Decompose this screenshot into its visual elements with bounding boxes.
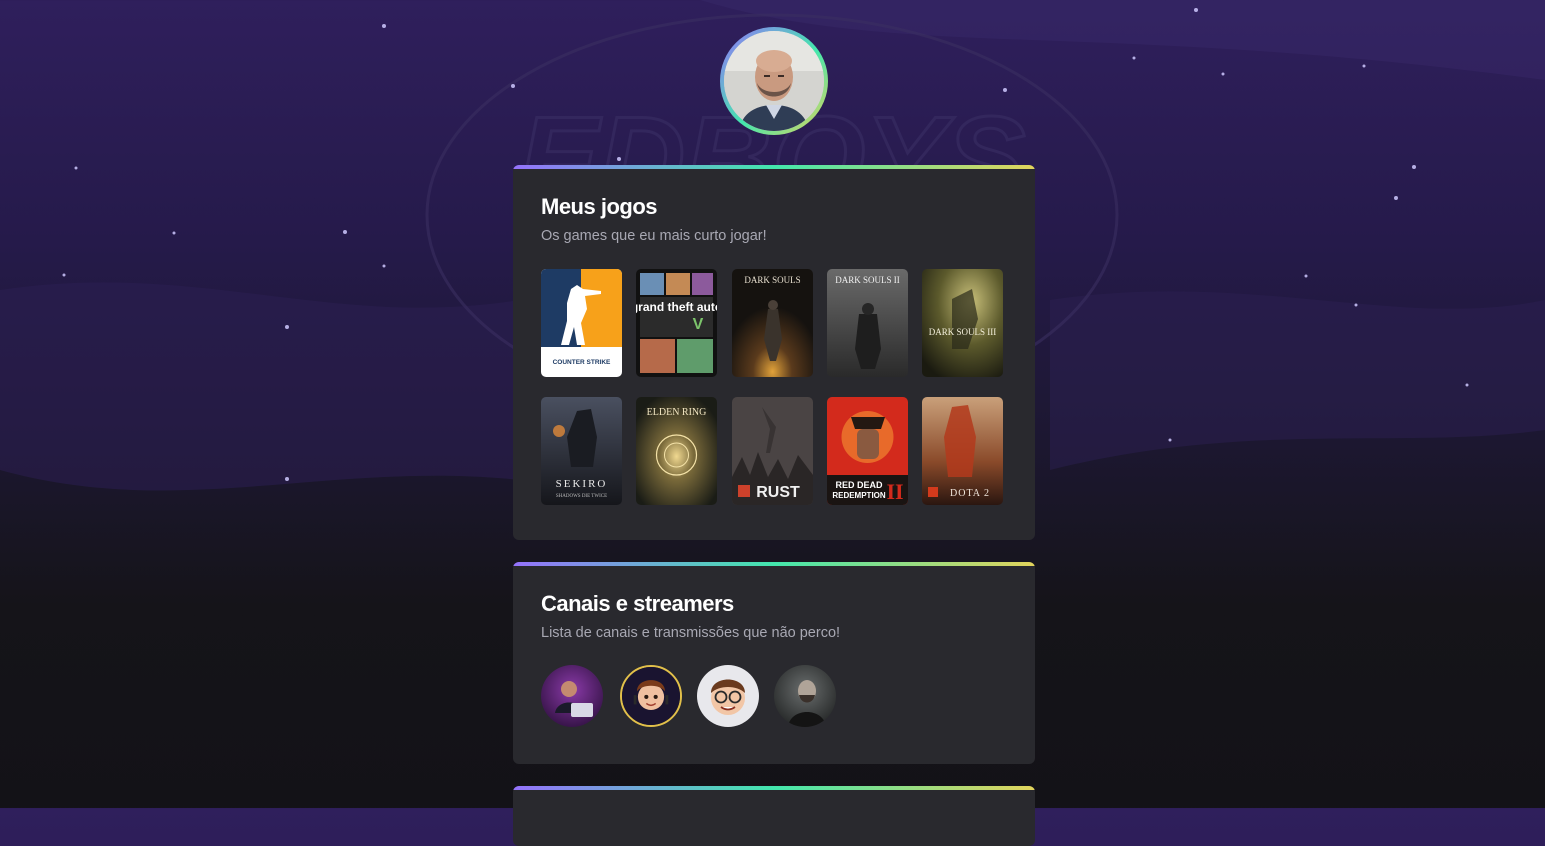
game-cover-dark-souls-iii[interactable]: DARK SOULS III [922, 269, 1003, 377]
cover-text: RED DEAD [835, 480, 883, 490]
cover-text: ELDEN RING [647, 407, 707, 418]
game-cover-dark-souls-ii[interactable]: DARK SOULS II [827, 269, 908, 377]
cover-text: COUNTER STRIKE [553, 359, 611, 366]
cover-subtext: REDEMPTION [832, 491, 886, 500]
streamer-avatar-1-icon[interactable] [541, 665, 603, 727]
games-card-title: Meus jogos [541, 194, 658, 219]
cover-subtext: SHADOWS DIE TWICE [556, 494, 607, 499]
profile-photo-icon [724, 31, 824, 131]
game-cover-red-dead-redemption-ii[interactable]: RED DEAD REDEMPTION II [827, 397, 908, 505]
svg-text:II: II [886, 479, 903, 504]
game-cover-counter-strike[interactable]: COUNTER STRIKE [541, 269, 622, 377]
cover-text: grand theft auto [636, 300, 717, 314]
game-cover-rust[interactable]: RUST [732, 397, 813, 505]
streamer-avatar-3-icon[interactable] [697, 665, 759, 727]
cover-text: SEKIRO [556, 478, 608, 490]
cover-text: RUST [756, 484, 800, 501]
game-cover-dota-2[interactable]: DOTA 2 [922, 397, 1003, 505]
game-cover-dark-souls[interactable]: DARK SOULS [732, 269, 813, 377]
svg-text:V: V [693, 316, 704, 333]
game-cover-elden-ring[interactable]: ELDEN RING [636, 397, 717, 505]
games-card-subtitle: Os games que eu mais curto jogar! [541, 228, 767, 244]
streamer-avatar-4-icon[interactable] [774, 665, 836, 727]
profile-avatar[interactable] [720, 27, 828, 135]
streamer-avatar-2-icon[interactable] [620, 665, 682, 727]
game-cover-sekiro[interactable]: SEKIRO SHADOWS DIE TWICE [541, 397, 622, 505]
game-cover-gta-v[interactable]: grand theft auto V [636, 269, 717, 377]
cover-text: DARK SOULS III [929, 327, 997, 337]
streamers-card: Canais e streamers Lista de canais e tra… [513, 562, 1035, 764]
streamers-card-subtitle: Lista de canais e transmissões que não p… [541, 625, 841, 641]
streamers-card-title: Canais e streamers [541, 591, 734, 616]
games-card: Meus jogos Os games que eu mais curto jo… [513, 165, 1035, 540]
next-card [513, 786, 1035, 846]
cover-text: DOTA 2 [950, 488, 990, 499]
cover-text: DARK SOULS [744, 275, 800, 285]
cover-text: DARK SOULS II [835, 275, 900, 285]
